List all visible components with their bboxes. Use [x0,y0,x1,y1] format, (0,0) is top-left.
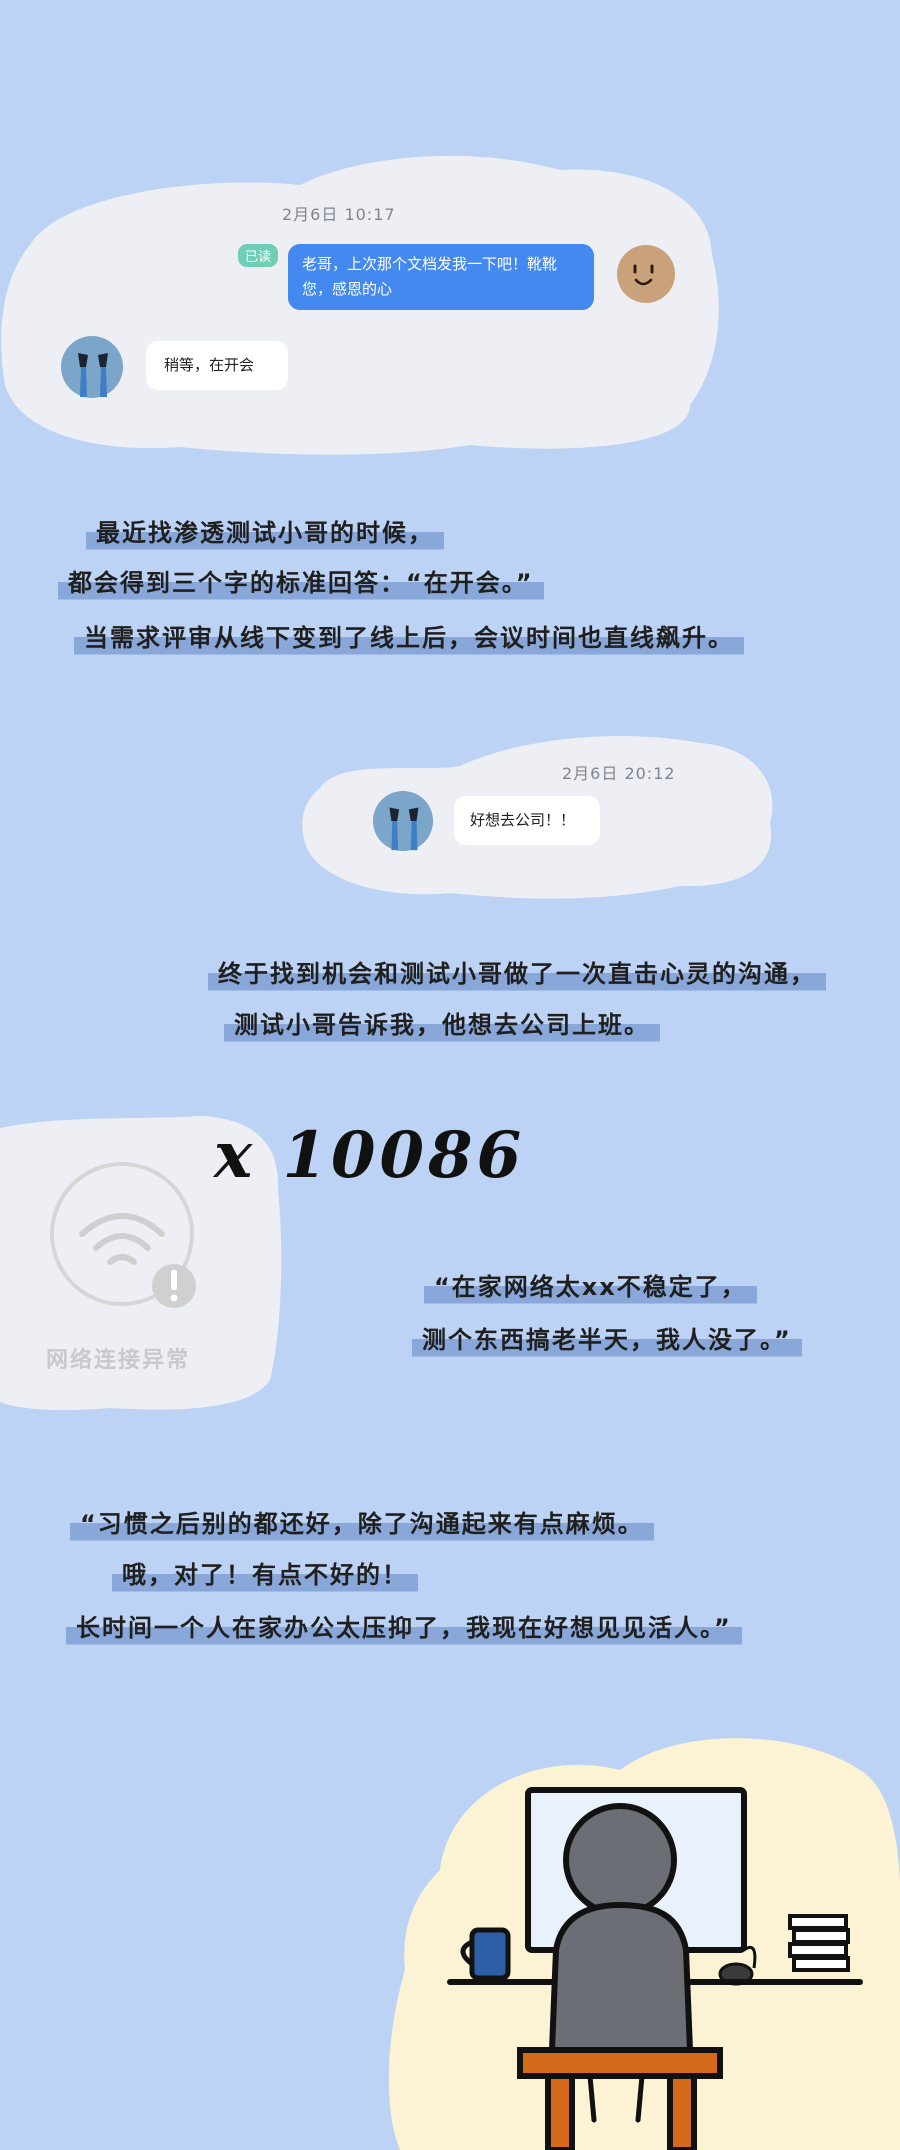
network-error-label: 网络连接异常 [46,1348,191,1373]
reply-message-bubble[interactable]: 稍等，在开会 [146,341,288,390]
quote2-line-3: 长时间一个人在家办公太压抑了，我现在好想见见活人。” [66,1609,742,1647]
paragraph2-line-2: 测试小哥告诉我，他想去公司上班。 [224,1006,660,1044]
quote1-line-2: 测个东西搞老半天，我人没了。” [412,1321,802,1359]
paragraph1-line-2: 都会得到三个字的标准回答：“在开会。” [58,564,544,602]
chat1-timestamp: 2月6日 10:17 [282,205,396,224]
quote1-line-1: “在家网络太xx不稳定了， [424,1268,757,1306]
crying-avatar-2[interactable] [372,790,434,852]
quote2-line-1: “习惯之后别的都还好，除了沟通起来有点麻烦。 [70,1505,654,1543]
paragraph1-line-3: 当需求评审从线下变到了线上后，会议时间也直线飙升。 [74,619,744,657]
sent-message-bubble[interactable]: 老哥，上次那个文档发我一下吧！靴靴您，感恩的心 [288,244,594,310]
chat2-timestamp: 2月6日 20:12 [562,764,676,783]
read-badge: 已读 [238,244,279,267]
chat2-message-bubble[interactable]: 好想去公司！！ [454,796,600,845]
smiley-avatar[interactable] [616,244,676,304]
work-from-home-illustration [388,1738,900,2150]
multiplier-text: x 10086 [214,1118,526,1193]
paragraph1-line-1: 最近找渗透测试小哥的时候， [86,514,444,552]
quote2-line-2: 哦，对了！有点不好的！ [112,1556,418,1594]
crying-avatar[interactable] [60,335,124,399]
paragraph2-line-1: 终于找到机会和测试小哥做了一次直击心灵的沟通， [208,955,826,993]
wifi-error-icon [50,1162,196,1308]
